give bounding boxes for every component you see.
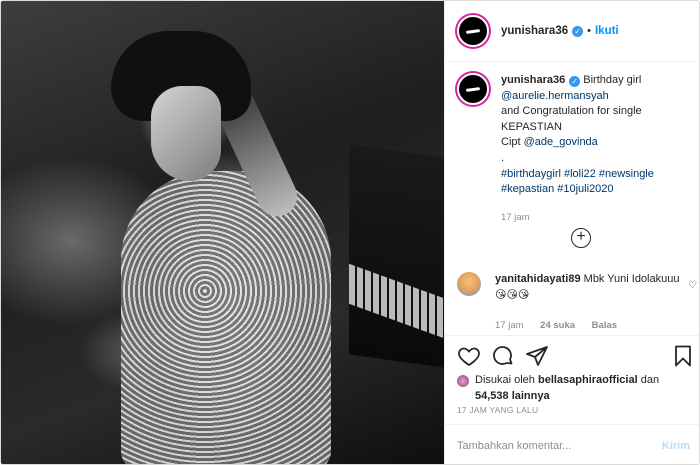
likes-summary: Disukai oleh bellasaphiraofficial dan 54… [457,373,697,404]
likes-conj: dan [640,374,660,386]
instagram-post: yunishara36 ✓ • Ikuti yunishara36 ✓ Birth… [0,0,700,465]
comment-time: 17 jam [495,320,524,332]
caption-line1: Birthday girl [583,74,642,86]
face-shape [151,86,221,181]
caption-username[interactable]: yunishara36 [501,74,565,86]
side-panel: yunishara36 ✓ • Ikuti yunishara36 ✓ Birth… [444,1,699,464]
action-bar [445,335,699,375]
comment-body: yanitahidayati89 Mbk Yuni Idolakuuu😘😘😘 1… [495,272,680,334]
comment-likes[interactable]: 24 suka [540,320,575,331]
caption-cipt: Cipt [501,136,521,149]
hashtag-links[interactable]: #kepastian #10juli2020 [501,182,654,198]
likes-count[interactable]: 54,538 lainnya [475,389,659,405]
caption: yunishara36 ✓ Birthday girl @aurelie.herm… [457,73,697,225]
verified-icon: ✓ [569,76,581,87]
separator-dot: • [587,25,591,37]
commenter-username[interactable]: yanitahidayati89 [495,273,581,285]
caption-line3: KEPASTIAN [501,120,562,133]
verified-icon: ✓ [572,25,584,37]
post-timestamp[interactable]: 17 JAM YANG LALU [457,405,538,415]
caption-dot: . [501,151,505,164]
caption-line2: and Congratulation for single [501,105,642,118]
likes-prefix: Disukai oleh [475,374,535,386]
load-more-comments-button[interactable]: + [571,228,591,248]
post-comment-button[interactable]: Kirim [662,440,690,452]
comment-meta: 17 jam 24 suka Balas [495,318,680,334]
comment-box: Kirim [445,424,699,464]
hashtag-links[interactable]: #birthdaygirl #loli22 #newsingle [501,167,654,183]
follow-button[interactable]: Ikuti [595,25,619,37]
caption-text: yunishara36 ✓ Birthday girl @aurelie.herm… [501,73,654,225]
liker-username[interactable]: bellasaphiraofficial [538,374,638,386]
save-bookmark-icon[interactable] [671,344,695,368]
comment-item: yanitahidayati89 Mbk Yuni Idolakuuu😘😘😘 1… [457,272,697,334]
caption-avatar[interactable] [457,73,489,105]
header-username[interactable]: yunishara36 [501,25,568,37]
mention-link[interactable]: @aurelie.hermansyah [501,90,609,102]
comment-heart-icon[interactable]: ♡ [688,280,697,291]
dress-shape [121,171,331,464]
liker-avatar[interactable] [457,375,469,387]
mention-link[interactable]: @ade_govinda [524,136,598,148]
post-photo[interactable] [1,1,444,464]
caption-time: 17 jam [501,211,530,223]
share-icon[interactable] [525,344,549,368]
piano-shape [349,144,444,368]
reply-button[interactable]: Balas [592,320,617,331]
avatar[interactable] [457,15,489,47]
like-heart-icon[interactable] [457,344,481,368]
comment-input[interactable] [457,439,662,452]
comment-icon[interactable] [491,344,515,368]
commenter-avatar[interactable] [457,272,481,296]
post-header: yunishara36 ✓ • Ikuti [445,1,699,62]
